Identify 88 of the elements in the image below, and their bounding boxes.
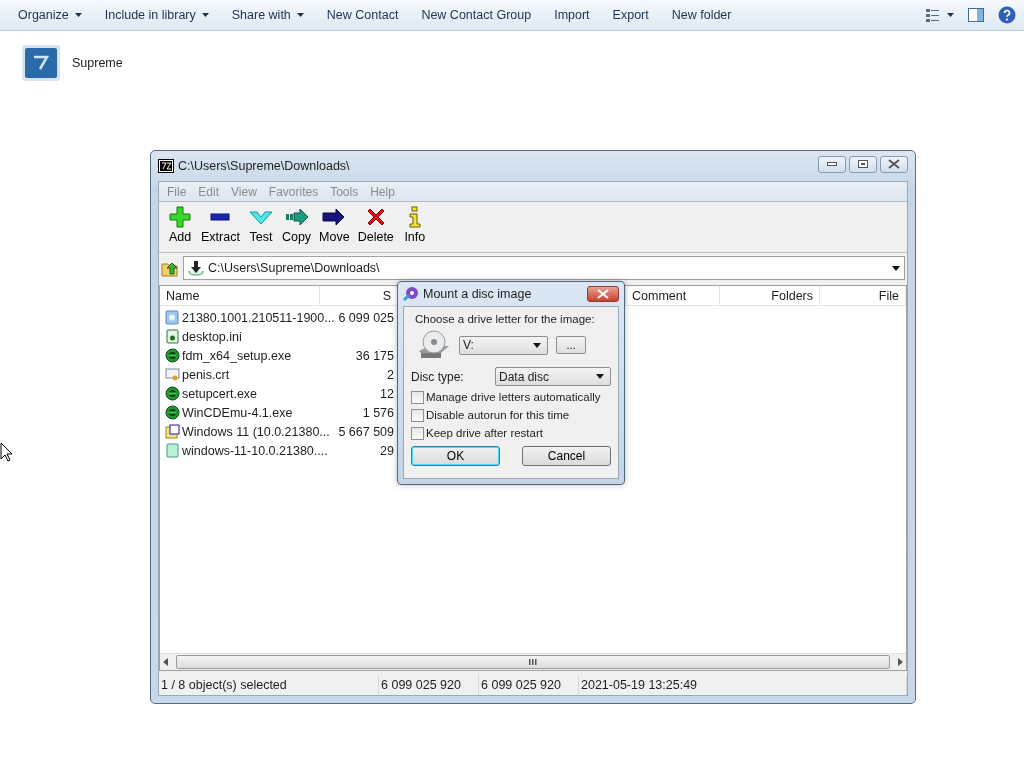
file-name[interactable]: desktop.ini [182, 329, 242, 344]
arrow-icon [284, 206, 309, 228]
toolbar-button[interactable]: Copy [277, 206, 316, 250]
info-icon [407, 206, 422, 228]
dropdown-arrow-icon[interactable] [892, 265, 900, 271]
checkbox[interactable] [411, 408, 424, 422]
toolbar-button[interactable]: Import [546, 2, 605, 28]
toolbar-button[interactable]: New Contact Group [413, 2, 547, 28]
file-size: 1 576 [361, 405, 395, 420]
status-text: 6 099 025 920 [379, 675, 479, 695]
field-label: Disc type: [411, 369, 464, 384]
close-icon [597, 289, 609, 299]
address-field[interactable]: C:\Users\Supreme\Downloads\ [183, 256, 905, 280]
toolbar-button[interactable]: Share with [223, 2, 319, 28]
checkbox-label[interactable]: Manage drive letters automatically [426, 391, 601, 403]
maximize-button[interactable] [849, 155, 877, 173]
close-icon [888, 159, 900, 169]
column-header[interactable]: Folders [720, 286, 820, 305]
app-icon [403, 286, 419, 302]
file-name[interactable]: penis.crt [182, 367, 230, 382]
disc-drive-icon [417, 329, 451, 361]
view-options-icon[interactable] [926, 8, 954, 22]
file-name[interactable]: 21380.1001.210511-1900... [182, 310, 335, 325]
cancel-button[interactable]: Cancel [522, 446, 611, 466]
column-header[interactable]: Comment [626, 286, 720, 305]
toolbar-button[interactable]: New Contact [318, 2, 414, 28]
minimize-icon [827, 162, 837, 166]
browse-button[interactable]: ... [556, 336, 586, 354]
status-text: 1 / 8 object(s) selected [159, 675, 379, 695]
app-icon [158, 159, 174, 173]
application-icon [165, 405, 180, 420]
status-text: 2021-05-19 13:25:49 [579, 675, 907, 695]
grip-icon [529, 659, 537, 665]
dropdown-arrow-icon [533, 342, 541, 348]
user-folder-icon[interactable] [20, 43, 62, 83]
dropdown-arrow-icon [596, 374, 604, 379]
caret-icon [74, 13, 82, 17]
preview-pane-icon[interactable] [968, 8, 984, 22]
arrow-icon [322, 206, 347, 228]
toolbar-button[interactable]: Move [315, 206, 354, 250]
document-icon [165, 443, 180, 458]
file-name[interactable]: fdm_x64_setup.exe [182, 348, 292, 363]
maximize-icon [858, 160, 868, 168]
caret-icon [201, 13, 209, 17]
file-name[interactable]: WinCDEmu-4.1.exe [182, 405, 293, 420]
file-size: 36 175 [354, 348, 395, 363]
certificate-icon [165, 367, 180, 382]
status-text: 6 099 025 920 [479, 675, 579, 695]
close-button[interactable] [587, 286, 619, 302]
folder-label[interactable]: Supreme [72, 56, 123, 70]
close-button[interactable] [880, 155, 908, 173]
toolbar-button[interactable]: Include in library [96, 2, 224, 28]
toolbar-button[interactable]: Export [604, 2, 664, 28]
file-name[interactable]: windows-11-10.0.21380.... [182, 443, 328, 458]
toolbar-button[interactable]: Delete [353, 206, 398, 250]
drive-select[interactable]: V: [459, 335, 548, 355]
disc-file-icon [165, 310, 180, 325]
horizontal-scrollbar[interactable] [160, 653, 906, 670]
column-header[interactable]: File [820, 286, 906, 305]
column-header[interactable]: Name [160, 286, 320, 305]
file-name[interactable]: Windows 11 (10.0.21380... [182, 424, 330, 439]
toolbar-button[interactable]: Test [243, 206, 278, 250]
toolbar-button[interactable]: Extract [197, 206, 244, 250]
file-size: 12 [379, 386, 395, 401]
application-icon [165, 386, 180, 401]
window-title: C:\Users\Supreme\Downloads\ [178, 159, 350, 173]
checkbox-label[interactable]: Keep drive after restart [426, 427, 543, 439]
toolbar-button[interactable]: Add [163, 206, 197, 250]
caret-icon [296, 13, 304, 17]
toolbar-button[interactable]: Organize [10, 2, 97, 28]
checkbox[interactable] [411, 390, 424, 404]
minimize-button[interactable] [818, 155, 846, 173]
file-size: 2 [386, 367, 395, 382]
checkbox[interactable] [411, 426, 424, 440]
toolbar-button[interactable]: Info [397, 206, 432, 250]
settings-file-icon [165, 329, 180, 344]
plus-icon [169, 206, 191, 228]
toolbar-button[interactable]: New folder [663, 2, 747, 28]
disc-type-select[interactable]: Data disc [495, 367, 611, 386]
file-name[interactable]: setupcert.exe [182, 386, 258, 401]
book-icon [165, 424, 180, 439]
dialog-title: Mount a disc image [423, 287, 532, 301]
download-icon [188, 260, 204, 276]
prompt-text: Choose a drive letter for the image: [415, 313, 596, 325]
help-icon[interactable] [998, 6, 1016, 24]
ok-button[interactable]: OK [411, 446, 500, 466]
checkbox-label[interactable]: Disable autorun for this time [426, 409, 570, 421]
application-icon [165, 348, 180, 363]
